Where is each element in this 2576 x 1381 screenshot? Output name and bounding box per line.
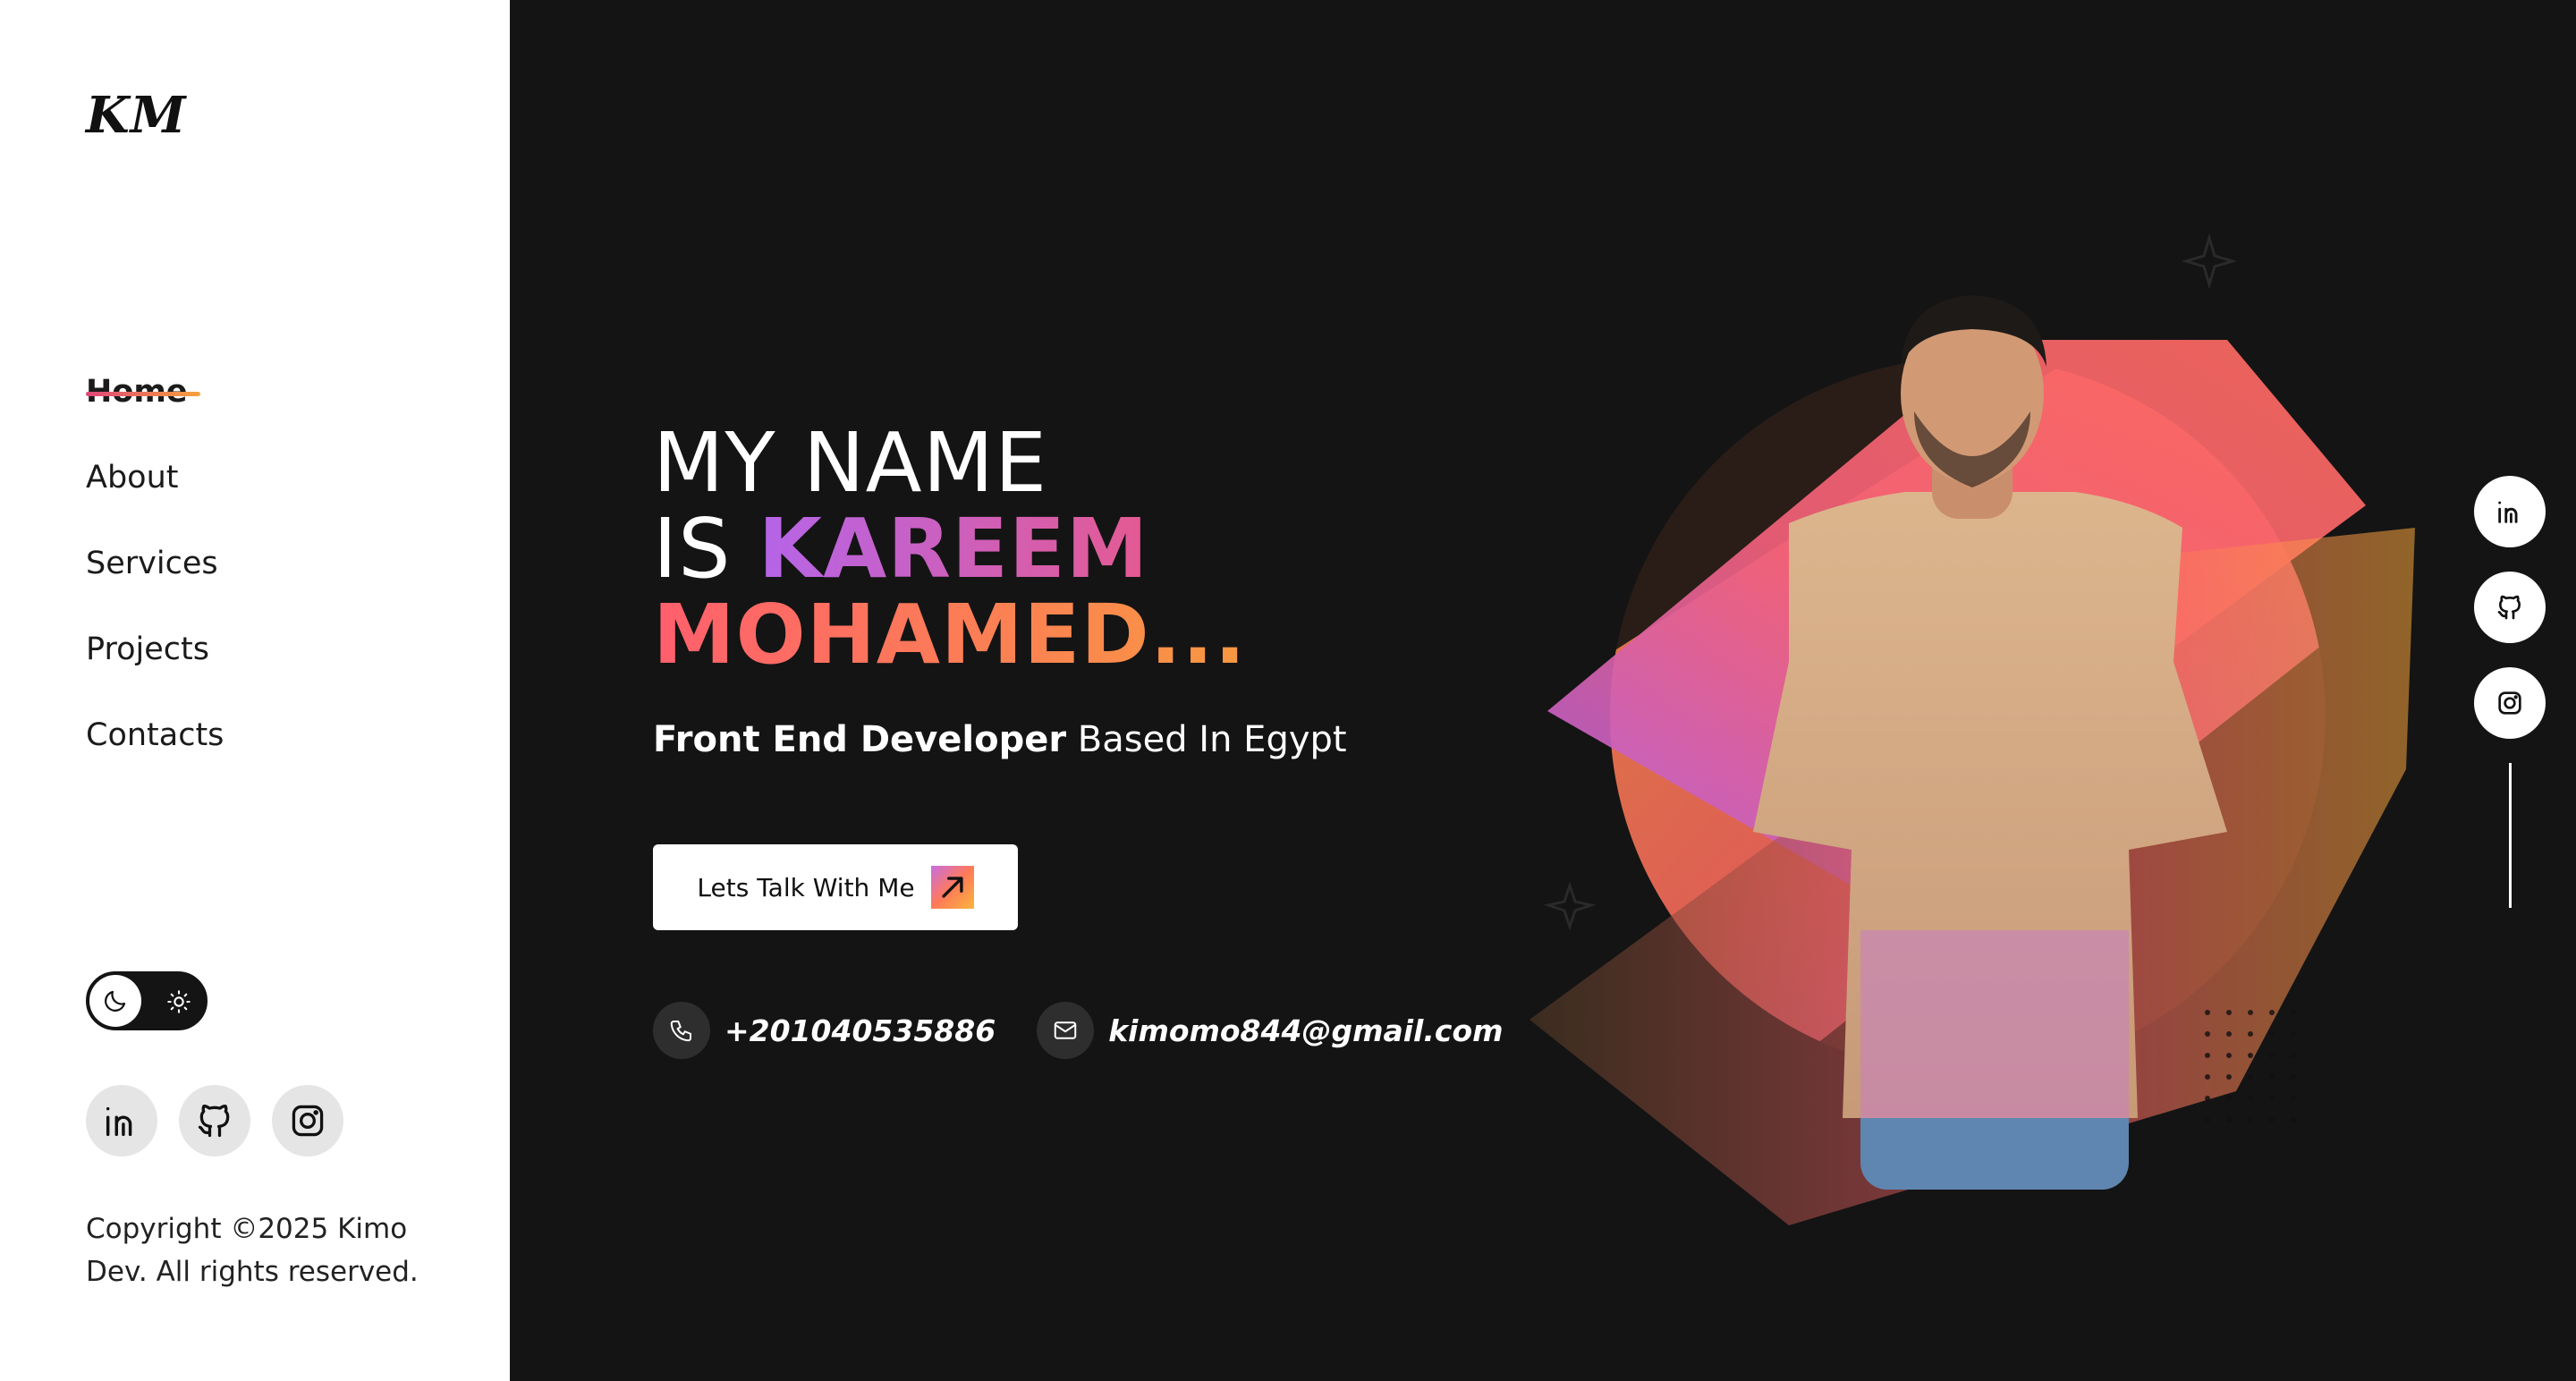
- sidebar: KM Home About Services Projects Contacts: [0, 0, 510, 1381]
- sparkle-icon: [1543, 881, 1597, 931]
- hero-first-name: KAREEM: [758, 501, 1149, 597]
- github-icon[interactable]: [179, 1085, 250, 1156]
- email-address: kimomo844@gmail.com: [1108, 1012, 1504, 1048]
- active-underline: [86, 392, 200, 396]
- instagram-icon[interactable]: [2474, 667, 2546, 739]
- contact-info: +201040535886 kimomo844@gmail.com: [653, 1002, 1545, 1059]
- phone-icon: [653, 1002, 710, 1059]
- copyright-text: Copyright ©2025 Kimo Dev. All rights res…: [86, 1213, 419, 1288]
- sun-icon: [165, 987, 193, 1016]
- github-icon[interactable]: [2474, 572, 2546, 643]
- lets-talk-button[interactable]: Lets Talk With Me: [653, 844, 1018, 930]
- sparkle-icon: [2181, 233, 2238, 290]
- nav-item-about[interactable]: About: [86, 453, 224, 538]
- hero-title-line1: MY NAME: [653, 415, 1048, 511]
- arrow-up-right-icon: [930, 866, 974, 909]
- nav-item-contacts[interactable]: Contacts: [86, 710, 224, 796]
- hero-title-line2: IS KAREEM: [653, 506, 1347, 592]
- hero-section: MY NAME IS KAREEM MOHAMED... Front End D…: [653, 420, 1347, 761]
- nav-item-services[interactable]: Services: [86, 538, 224, 624]
- hero-last-name: MOHAMED...: [653, 592, 1347, 678]
- phone-contact[interactable]: +201040535886: [653, 1002, 996, 1059]
- nav-item-home[interactable]: Home: [86, 367, 200, 453]
- phone-number: +201040535886: [724, 1012, 996, 1048]
- divider-line: [2508, 763, 2512, 908]
- hero-title-prefix: IS: [653, 501, 758, 597]
- main-nav: Home About Services Projects Contacts: [86, 367, 224, 796]
- email-contact[interactable]: kimomo844@gmail.com: [1037, 1002, 1504, 1059]
- theme-toggle[interactable]: [86, 971, 208, 1030]
- linkedin-icon[interactable]: [86, 1085, 157, 1156]
- hero-role: Front End Developer: [653, 719, 1067, 760]
- logo[interactable]: KM: [86, 86, 187, 145]
- instagram-icon[interactable]: [272, 1085, 343, 1156]
- hero-location: Based In Egypt: [1066, 719, 1347, 760]
- hero-artwork: [1530, 233, 2415, 1225]
- mail-icon: [1037, 1002, 1095, 1059]
- linkedin-icon[interactable]: [2474, 476, 2546, 547]
- lets-talk-label: Lets Talk With Me: [697, 872, 915, 902]
- nav-item-projects[interactable]: Projects: [86, 624, 224, 710]
- hero-title: MY NAME IS KAREEM MOHAMED...: [653, 420, 1347, 678]
- hero-subtitle: Front End Developer Based In Egypt: [653, 719, 1347, 760]
- sidebar-socials: [86, 1085, 343, 1156]
- floating-socials: [2474, 476, 2546, 908]
- moon-icon: [89, 975, 141, 1027]
